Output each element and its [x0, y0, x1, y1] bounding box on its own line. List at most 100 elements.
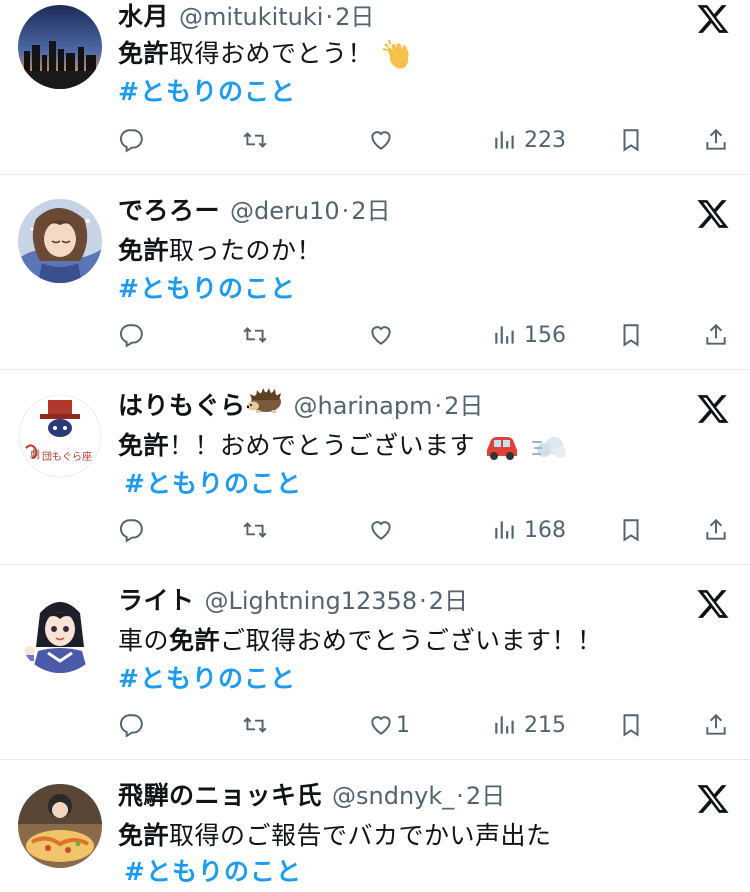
bookmark-button[interactable]	[618, 319, 644, 351]
bookmark-button[interactable]	[618, 514, 644, 546]
tweet-text: 免許取得おめでとう！	[118, 34, 415, 72]
timestamp[interactable]: 2日	[351, 191, 390, 226]
heart-icon	[371, 716, 391, 735]
reply-button[interactable]	[118, 124, 144, 156]
tweet-actions: 223	[118, 124, 730, 156]
avatar[interactable]	[18, 784, 102, 868]
text-rest: 取得のご報告でバカでかい声出た	[169, 821, 552, 850]
timestamp[interactable]: 2日	[335, 0, 374, 32]
tweet-card[interactable]: 水月 @mitukituki · 2日 免許取得おめでとう！ #ともりのこと 2…	[0, 0, 750, 175]
display-name[interactable]: はりもぐら	[118, 386, 246, 422]
reply-icon	[120, 519, 143, 543]
text-rest: ご取得おめでとうございます！！	[220, 626, 603, 655]
hashtag-link[interactable]: #ともりのこと	[118, 659, 296, 695]
reply-icon	[120, 324, 143, 348]
tweet-text: 免許取ったのか！	[118, 231, 322, 267]
user-handle[interactable]: @harinapm	[294, 392, 433, 420]
text-keyword: 免許	[118, 39, 170, 68]
views-button[interactable]: 223	[492, 124, 566, 156]
x-logo-icon[interactable]	[696, 392, 730, 426]
view-count: 168	[524, 517, 566, 543]
like-button[interactable]	[368, 124, 400, 156]
repost-button[interactable]	[242, 709, 268, 741]
display-name[interactable]: 飛騨のニョッキ氏	[118, 776, 322, 812]
text-keyword: 免許	[169, 626, 221, 655]
text-rest: 取ったのか！	[169, 236, 323, 265]
views-button[interactable]: 215	[492, 709, 566, 741]
avatar[interactable]	[18, 589, 102, 673]
avatar[interactable]	[18, 199, 102, 283]
share-button[interactable]	[703, 124, 729, 156]
repost-button[interactable]	[242, 514, 268, 546]
share-button[interactable]	[703, 514, 729, 546]
bookmark-icon	[623, 519, 639, 542]
tweet-card[interactable]: でろろー @deru10 · 2日 免許取ったのか！ #ともりのこと 156	[0, 175, 750, 370]
reply-button[interactable]	[118, 319, 144, 351]
timestamp[interactable]: 2日	[466, 776, 505, 811]
like-button[interactable]	[368, 514, 400, 546]
timestamp[interactable]: 2日	[444, 386, 483, 421]
user-handle[interactable]: @Lightning12358	[205, 587, 418, 615]
text-rest: 取得おめでとう！	[169, 39, 374, 68]
like-button[interactable]	[368, 319, 400, 351]
clapping-hands-emoji-icon	[383, 39, 410, 69]
display-name[interactable]: 水月	[118, 0, 169, 33]
share-icon	[706, 323, 726, 345]
tweet-actions: 168	[118, 514, 730, 546]
share-button[interactable]	[703, 709, 729, 741]
tweet-card[interactable]: 劇 団もぐら座 はりもぐら @harinapm · 2日 免許！！おめでとうござ…	[0, 370, 750, 565]
views-chart-icon	[495, 716, 514, 734]
like-button[interactable]: 1	[368, 709, 410, 741]
x-logo-icon[interactable]	[696, 2, 730, 36]
views-button[interactable]: 156	[492, 319, 566, 351]
hedgehog-emoji-icon	[246, 388, 281, 413]
reply-button[interactable]	[118, 709, 144, 741]
separator-dot: ·	[434, 392, 443, 420]
x-logo-icon[interactable]	[696, 782, 730, 816]
view-count: 215	[524, 712, 566, 738]
hashtag-link[interactable]: #ともりのこと	[118, 72, 296, 108]
avatar[interactable]	[18, 5, 102, 89]
heart-icon	[371, 326, 391, 345]
display-name[interactable]: ライト	[118, 581, 195, 617]
hashtag-link[interactable]: #ともりのこと	[124, 464, 302, 500]
view-count: 223	[524, 127, 566, 153]
tweet-text: 免許！！おめでとうございます	[118, 426, 568, 462]
tweet-header: ライト @Lightning12358 · 2日	[118, 581, 468, 621]
text-keyword: 免許	[118, 431, 170, 460]
x-logo-icon[interactable]	[696, 587, 730, 621]
display-name[interactable]: でろろー	[118, 191, 220, 227]
user-handle[interactable]: @deru10	[230, 197, 340, 225]
x-logo-icon[interactable]	[696, 197, 730, 231]
share-icon	[706, 518, 726, 540]
text-keyword: 免許	[118, 236, 170, 265]
bookmark-button[interactable]	[618, 124, 644, 156]
tweet-actions: 1 215	[118, 709, 730, 741]
car-emoji-icon	[487, 437, 518, 460]
share-button[interactable]	[703, 319, 729, 351]
heart-icon	[371, 521, 391, 540]
repost-icon	[243, 717, 267, 733]
user-handle[interactable]: @sndnyk_	[332, 782, 454, 810]
views-button[interactable]: 168	[492, 514, 566, 546]
repost-button[interactable]	[242, 319, 268, 351]
separator-dot: ·	[341, 197, 350, 225]
hashtag-link[interactable]: #ともりのこと	[124, 852, 302, 888]
repost-button[interactable]	[242, 124, 268, 156]
user-handle[interactable]: @mitukituki	[179, 3, 323, 31]
reply-button[interactable]	[118, 514, 144, 546]
bookmark-icon	[623, 714, 639, 737]
reply-icon	[120, 714, 143, 738]
tweet-actions: 156	[118, 319, 730, 351]
tweet-card[interactable]: 飛騨のニョッキ氏 @sndnyk_ · 2日 免許取得のご報告でバカでかい声出た…	[0, 760, 750, 892]
repost-icon	[243, 327, 267, 343]
tweet-text: 免許取得のご報告でバカでかい声出た	[118, 816, 552, 852]
bookmark-button[interactable]	[618, 709, 644, 741]
timestamp[interactable]: 2日	[429, 581, 468, 616]
avatar[interactable]: 劇 団もぐら座	[18, 394, 102, 478]
tweet-text: 車の免許ご取得おめでとうございます！！	[118, 621, 603, 657]
view-count: 156	[524, 322, 566, 348]
tweet-card[interactable]: ライト @Lightning12358 · 2日 車の免許ご取得おめでとうござい…	[0, 565, 750, 760]
text-prefix: 車の	[118, 626, 170, 655]
hashtag-link[interactable]: #ともりのこと	[118, 269, 296, 305]
